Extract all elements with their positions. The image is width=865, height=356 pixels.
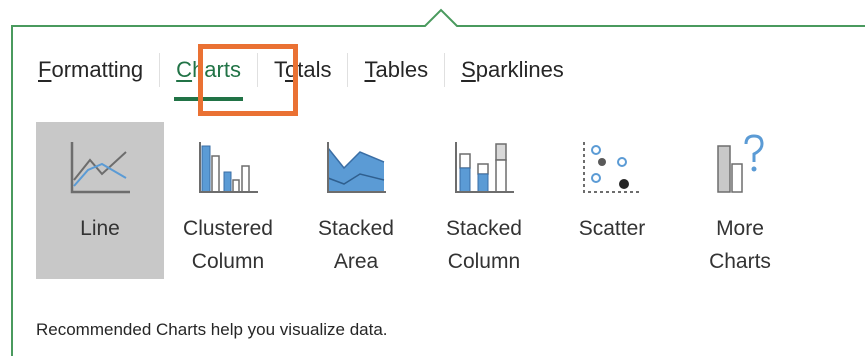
footer-description: Recommended Charts help you visualize da… <box>36 320 388 339</box>
chart-option-label: Stacked Column <box>446 217 522 273</box>
tab-sparklines[interactable]: Sparklines <box>445 52 580 88</box>
chart-option-label: Scatter <box>578 217 646 240</box>
more-charts-icon <box>708 134 772 198</box>
scatter-icon <box>580 134 644 198</box>
tab-tables[interactable]: Tables <box>348 52 444 88</box>
tab-formatting[interactable]: Formatting <box>22 52 159 88</box>
chart-option-label: Stacked Area <box>318 217 394 273</box>
chart-option-more-charts[interactable]: More Charts <box>676 122 804 279</box>
line-chart-icon <box>68 134 132 198</box>
access-key: C <box>176 57 193 82</box>
chart-option-label: Clustered Column <box>183 217 273 273</box>
chart-option-stacked-area[interactable]: Stacked Area <box>292 122 420 279</box>
chart-options: Line Clustered Column Stacked Area Stack… <box>36 122 804 279</box>
clustered-column-icon <box>196 134 260 198</box>
chart-option-stacked-column[interactable]: Stacked Column <box>420 122 548 279</box>
access-key: S <box>461 57 476 82</box>
chart-option-label: Line <box>80 217 120 240</box>
tab-bar: Formatting Charts Totals Tables Sparklin… <box>22 52 580 101</box>
access-key: T <box>364 57 376 82</box>
access-key: F <box>38 57 52 82</box>
chart-option-line[interactable]: Line <box>36 122 164 279</box>
stacked-column-icon <box>452 134 516 198</box>
chart-option-clustered-column[interactable]: Clustered Column <box>164 122 292 279</box>
chart-option-label: More Charts <box>709 217 771 273</box>
charts-tab-highlight <box>198 44 298 116</box>
stacked-area-icon <box>324 134 388 198</box>
chart-option-scatter[interactable]: Scatter <box>548 122 676 279</box>
